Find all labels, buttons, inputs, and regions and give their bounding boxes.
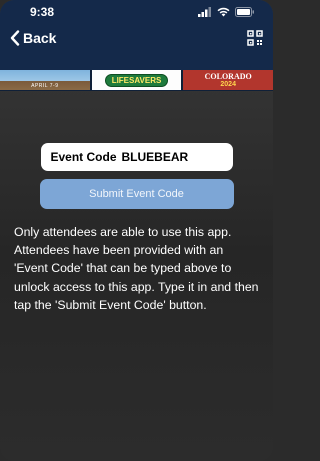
wifi-icon (217, 7, 230, 17)
app-screen: 9:38 Back APRIL 7-9 LIFESAVERS COLORADO … (0, 0, 273, 461)
status-time: 9:38 (30, 5, 55, 19)
battery-icon (235, 7, 254, 17)
event-banner: APRIL 7-9 LIFESAVERS COLORADO 2024 (0, 70, 273, 91)
chevron-left-icon (10, 30, 20, 46)
header: 9:38 Back (0, 0, 273, 70)
qr-code-icon[interactable] (247, 30, 263, 46)
back-button[interactable]: Back (10, 30, 56, 46)
banner-lifesavers-logo: LIFESAVERS (89, 70, 184, 90)
banner-colorado-title: COLORADO (204, 72, 252, 81)
banner-date: APRIL 7-9 (31, 83, 59, 89)
banner-colorado-logo: COLORADO 2024 (183, 70, 273, 90)
status-bar: 9:38 (0, 0, 273, 24)
banner-colorado-year: 2024 (220, 81, 236, 88)
main-content: Event Code Submit Event Code Only attend… (0, 143, 273, 314)
banner-lifesavers-title: LIFESAVERS (104, 73, 169, 87)
navigation-bar: Back (0, 24, 273, 52)
submit-event-code-button[interactable]: Submit Event Code (39, 179, 234, 209)
signal-icon (198, 7, 211, 17)
info-text: Only attendees are able to use this app.… (14, 225, 259, 312)
banner-mountain-logo: APRIL 7-9 (0, 70, 90, 90)
status-icons (198, 7, 255, 17)
event-code-field[interactable]: Event Code (40, 143, 233, 171)
back-button-label: Back (23, 30, 57, 46)
event-code-label: Event Code (50, 150, 117, 164)
event-code-input[interactable] (121, 150, 222, 164)
